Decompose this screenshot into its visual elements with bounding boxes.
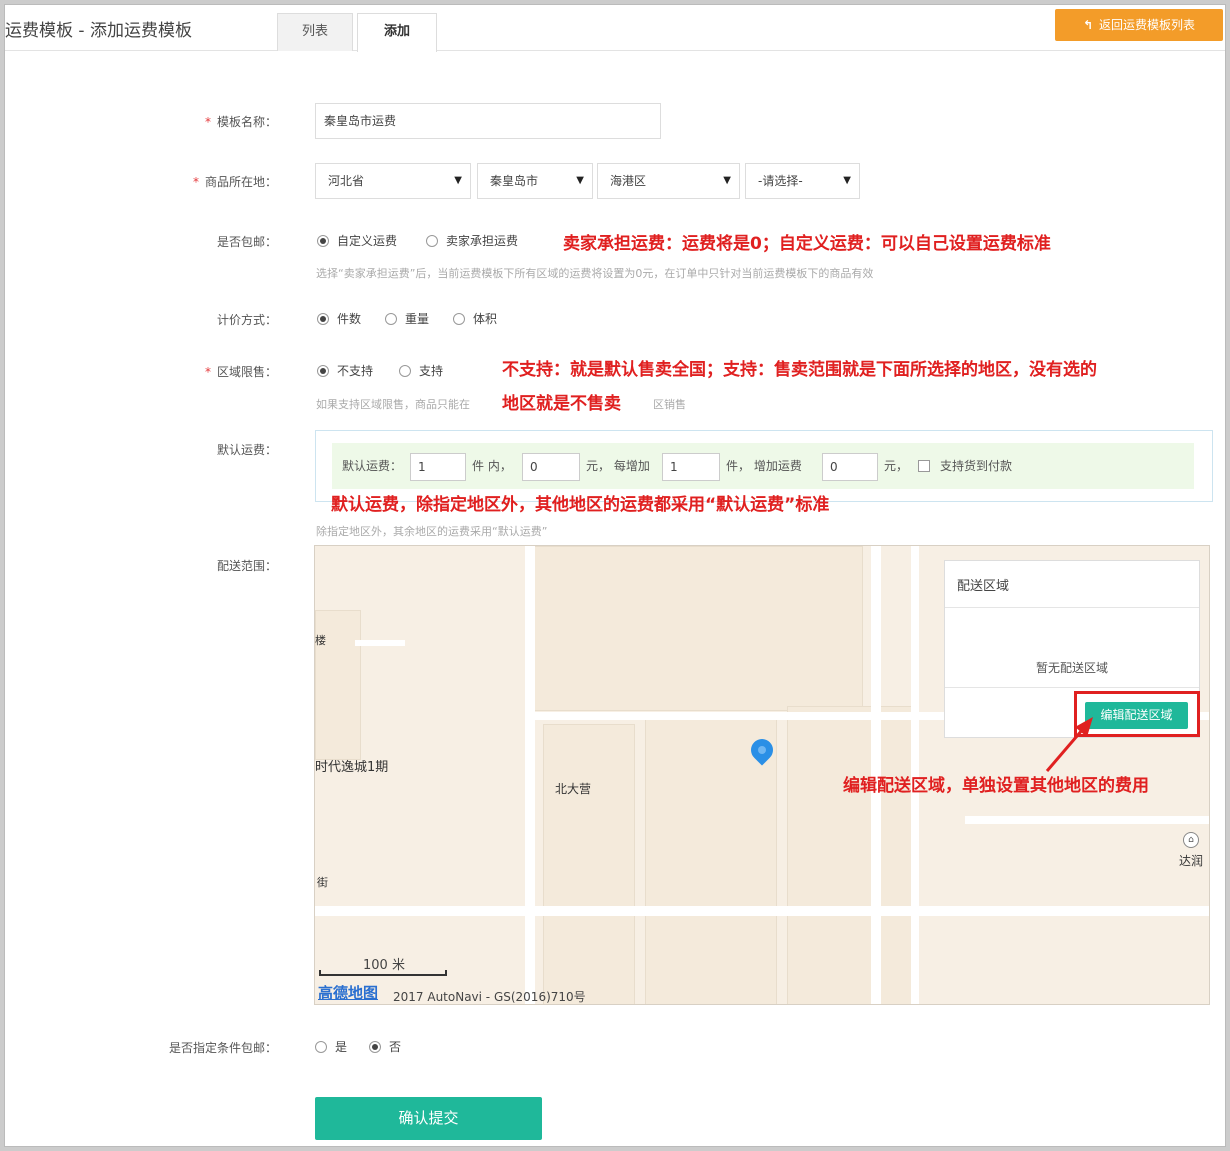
page-title: 运费模板 - 添加运费模板 [5,21,192,41]
template-name-input[interactable]: 秦皇岛市运费 [315,103,661,139]
radio-dot [369,1041,381,1053]
caret-down-icon: ▼ [843,175,851,186]
map-road [525,546,535,1004]
annotation-shipping: 卖家承担运费：运费将是0；自定义运费：可以自己设置运费标准 [563,234,1051,254]
delivery-range-label: 配送范围： [216,559,277,573]
radio-by-weight[interactable]: 重量 [385,311,429,327]
free-shipping-hint: 选择“卖家承担运费”后，当前运费模板下所有区域的运费将设置为0元，在订单中只针对… [316,267,874,280]
map-road [355,640,405,646]
tab-add[interactable]: 添加 [357,13,437,52]
map-label-jie: 街 [317,876,328,889]
zone-empty-text: 暂无配送区域 [1035,661,1108,675]
map-block [543,724,635,1004]
return-arrow-icon: ↰ [1082,18,1094,32]
map-label-shidai: 时代逸城1期 [315,760,389,775]
radio-region-supported[interactable]: 支持 [399,363,443,379]
first-count-input[interactable]: 1 [410,453,466,481]
zone-panel-title: 配送区域 [957,579,1010,594]
map-road [315,906,1209,916]
poi-icon: ⌂ [1183,832,1199,848]
fee-text-within: 件 内， [472,459,512,473]
radio-region-unsupported[interactable]: 不支持 [317,363,373,379]
annotation-region-line2: 地区就是不售卖 [502,394,621,414]
conditional-free-label: 是否指定条件包邮： [168,1041,277,1055]
region-limit-hint-left: 如果支持区域限售，商品只能在 [316,398,470,411]
radio-by-count[interactable]: 件数 [317,311,361,327]
default-fee-hint: 除指定地区外，其余地区的运费采用“默认运费” [316,525,548,538]
add-count-input[interactable]: 1 [662,453,720,481]
map-logo[interactable]: 高德地图 [318,982,378,1003]
map-label-lou: 楼 [315,634,326,647]
radio-custom-fee[interactable]: 自定义运费 [317,233,397,249]
back-to-list-button[interactable]: ↰ 返回运费模板列表 [1055,9,1223,41]
map-label-darun: 达润 [1179,854,1204,868]
fee-text-add: 件， 增加运费 [726,459,802,473]
province-select[interactable]: 河北省 ▼ [315,163,471,199]
radio-dot [399,365,411,377]
map-label-beidaying: 北大营 [555,782,592,796]
caret-down-icon: ▼ [454,175,462,186]
divider [945,607,1199,608]
radio-dot [317,235,329,247]
caret-down-icon: ▼ [576,175,584,186]
annotation-region-line1: 不支持：就是默认售卖全国；支持：售卖范围就是下面所选择的地区，没有选的 [502,360,1097,380]
radio-dot [317,365,329,377]
required-mark: * [204,365,211,379]
free-shipping-label: 是否包邮： [216,235,277,249]
fee-prefix: 默认运费： [342,459,403,473]
required-mark: * [192,175,199,189]
default-fee-label: 默认运费： [216,443,277,457]
radio-dot [453,313,465,325]
map-block [787,706,919,1004]
annotation-default-fee: 默认运费，除指定地区外，其他地区的运费都采用“默认运费”标准 [331,495,830,515]
cod-checkbox[interactable] [918,460,930,472]
back-button-label: 返回运费模板列表 [1099,18,1196,32]
fee-text-yuan: 元， [884,459,909,473]
tab-list[interactable]: 列表 [277,13,353,51]
edit-zone-button[interactable]: 编辑配送区域 [1085,702,1188,729]
submit-button[interactable]: 确认提交 [315,1097,542,1140]
default-fee-row: 默认运费： 1 件 内， 0 元， 每增加 1 件， 增加运费 0 元， 支持货… [332,443,1194,489]
map-road [965,816,1209,824]
radio-seller-pays[interactable]: 卖家承担运费 [426,233,518,249]
radio-dot [315,1041,327,1053]
annotation-edit-zone: 编辑配送区域，单独设置其他地区的费用 [843,776,1149,796]
region-limit-label: * 区域限售： [204,365,277,379]
radio-conditional-yes[interactable]: 是 [315,1039,347,1055]
first-fee-input[interactable]: 0 [522,453,580,481]
caret-down-icon: ▼ [723,175,731,186]
street-select[interactable]: -请选择- ▼ [745,163,860,199]
pricing-label: 计价方式： [216,313,277,327]
page-frame: 运费模板 - 添加运费模板 列表 添加 ↰ 返回运费模板列表 * 模板名称： 秦皇岛… [4,4,1226,1147]
map-scale-bar [319,970,447,976]
add-fee-input[interactable]: 0 [822,453,878,481]
map-copyright: 2017 AutoNavi - GS(2016)710号 [393,990,586,1004]
radio-dot [317,313,329,325]
radio-dot [385,313,397,325]
map-block [533,546,863,711]
radio-by-volume[interactable]: 体积 [453,311,497,327]
radio-conditional-no[interactable]: 否 [369,1039,401,1055]
template-name-label: * 模板名称： [204,115,277,129]
required-mark: * [204,115,211,129]
page-header: 运费模板 - 添加运费模板 列表 添加 ↰ 返回运费模板列表 [5,5,1225,52]
region-limit-hint-right: 区销售 [653,398,686,411]
location-label: * 商品所在地： [192,175,277,189]
radio-dot [426,235,438,247]
cod-label: 支持货到付款 [940,459,1013,473]
city-select[interactable]: 秦皇岛市 ▼ [477,163,593,199]
district-select[interactable]: 海港区 ▼ [597,163,740,199]
fee-text-each: 元， 每增加 [586,459,650,473]
divider [945,687,1199,688]
